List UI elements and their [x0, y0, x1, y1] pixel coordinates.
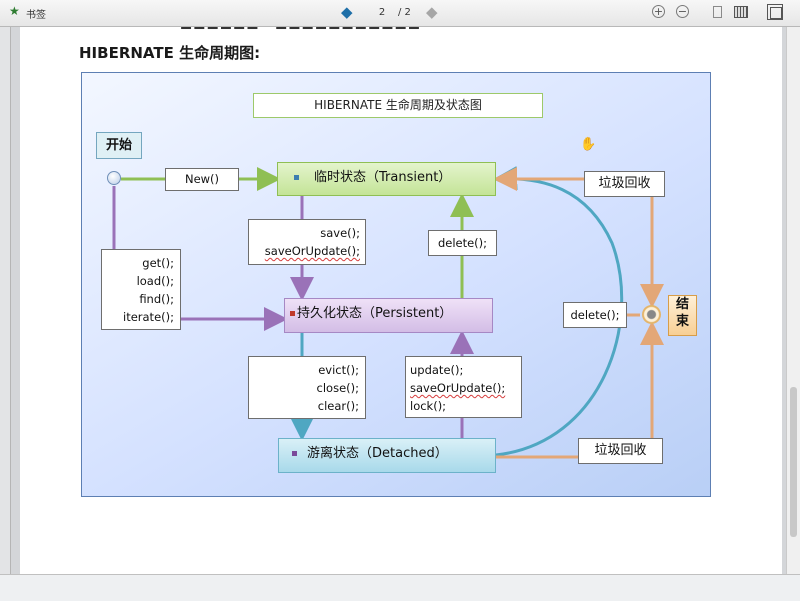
garbage-collect-bottom-label: 垃圾回收: [578, 438, 663, 464]
method-label: update();: [410, 363, 464, 377]
zoom-in-icon[interactable]: +: [652, 5, 665, 18]
cut-off-text-line: ▬▬▬▬▬▬ ▬▬▬▬▬▬▬▬▬▬▬: [180, 27, 421, 34]
detached-state-label: 游离状态（Detached）: [307, 446, 448, 461]
two-page-view-icon[interactable]: [734, 6, 748, 18]
bookmark-label[interactable]: 书签: [26, 6, 46, 21]
single-page-view-icon[interactable]: [713, 6, 722, 18]
section-title: HIBERNATE 生命周期图:: [79, 44, 261, 62]
zoom-out-icon[interactable]: −: [676, 5, 689, 18]
method-label: clear();: [317, 399, 359, 413]
bullet-icon: [292, 451, 297, 456]
start-node: [107, 171, 121, 185]
document-page: ▬▬▬▬▬▬ ▬▬▬▬▬▬▬▬▬▬▬ HIBERNATE 生命周期图:: [20, 27, 782, 574]
save-transition-label: save(); saveOrUpdate();: [248, 219, 366, 265]
method-label: saveOrUpdate();: [410, 381, 506, 395]
method-label: saveOrUpdate();: [264, 244, 360, 258]
method-label: iterate();: [123, 310, 174, 324]
bullet-icon: [294, 175, 299, 180]
bullet-icon: [290, 311, 295, 316]
fullscreen-icon[interactable]: [767, 4, 783, 20]
end-label-char: 结: [675, 297, 689, 312]
status-bar: [0, 574, 800, 601]
persistent-state: 持久化状态（Persistent）: [284, 298, 493, 333]
transient-state: 临时状态（Transient）: [277, 162, 496, 196]
toolbar: ★ 书签 ◆ 2 / 2 ◆ + −: [0, 0, 800, 27]
method-label: get();: [142, 256, 174, 270]
end-label-char: 束: [675, 314, 689, 329]
update-transition-label: update(); saveOrUpdate(); lock();: [405, 356, 522, 418]
hand-cursor-icon: ✋: [580, 137, 597, 152]
end-label: 结 束: [668, 295, 697, 336]
page-total: / 2: [398, 7, 411, 18]
method-label: lock();: [410, 399, 447, 413]
evict-transition-label: evict(); close(); clear();: [248, 356, 366, 419]
start-label: 开始: [96, 132, 142, 159]
new-transition-label: New(): [165, 168, 239, 191]
diagram-title: HIBERNATE 生命周期及状态图: [253, 93, 543, 118]
delete-to-end-label: delete();: [563, 302, 627, 328]
method-label: evict();: [318, 363, 359, 377]
page-number[interactable]: 2: [373, 7, 391, 18]
method-label: load();: [136, 274, 174, 288]
bookmark-panel[interactable]: [0, 27, 11, 574]
vertical-scrollbar[interactable]: [786, 27, 800, 574]
end-node: [642, 305, 661, 324]
get-transition-label: get(); load(); find(); iterate();: [101, 249, 181, 330]
transient-state-label: 临时状态（Transient）: [314, 170, 452, 185]
bookmark-icon[interactable]: ★: [9, 5, 20, 17]
detached-state: 游离状态（Detached）: [278, 438, 496, 473]
method-label: find();: [139, 292, 174, 306]
persistent-state-label: 持久化状态（Persistent）: [297, 306, 453, 321]
lifecycle-diagram: HIBERNATE 生命周期及状态图 开始 临时状态（Transient） 持久…: [81, 72, 711, 497]
garbage-collect-top-label: 垃圾回收: [584, 171, 665, 197]
prev-page-icon[interactable]: ◆: [341, 4, 353, 21]
scroll-thumb[interactable]: [790, 387, 797, 537]
method-label: save();: [320, 226, 360, 240]
method-label: close();: [316, 381, 359, 395]
next-page-icon[interactable]: ◆: [426, 4, 438, 21]
delete-transition-label: delete();: [428, 230, 497, 256]
